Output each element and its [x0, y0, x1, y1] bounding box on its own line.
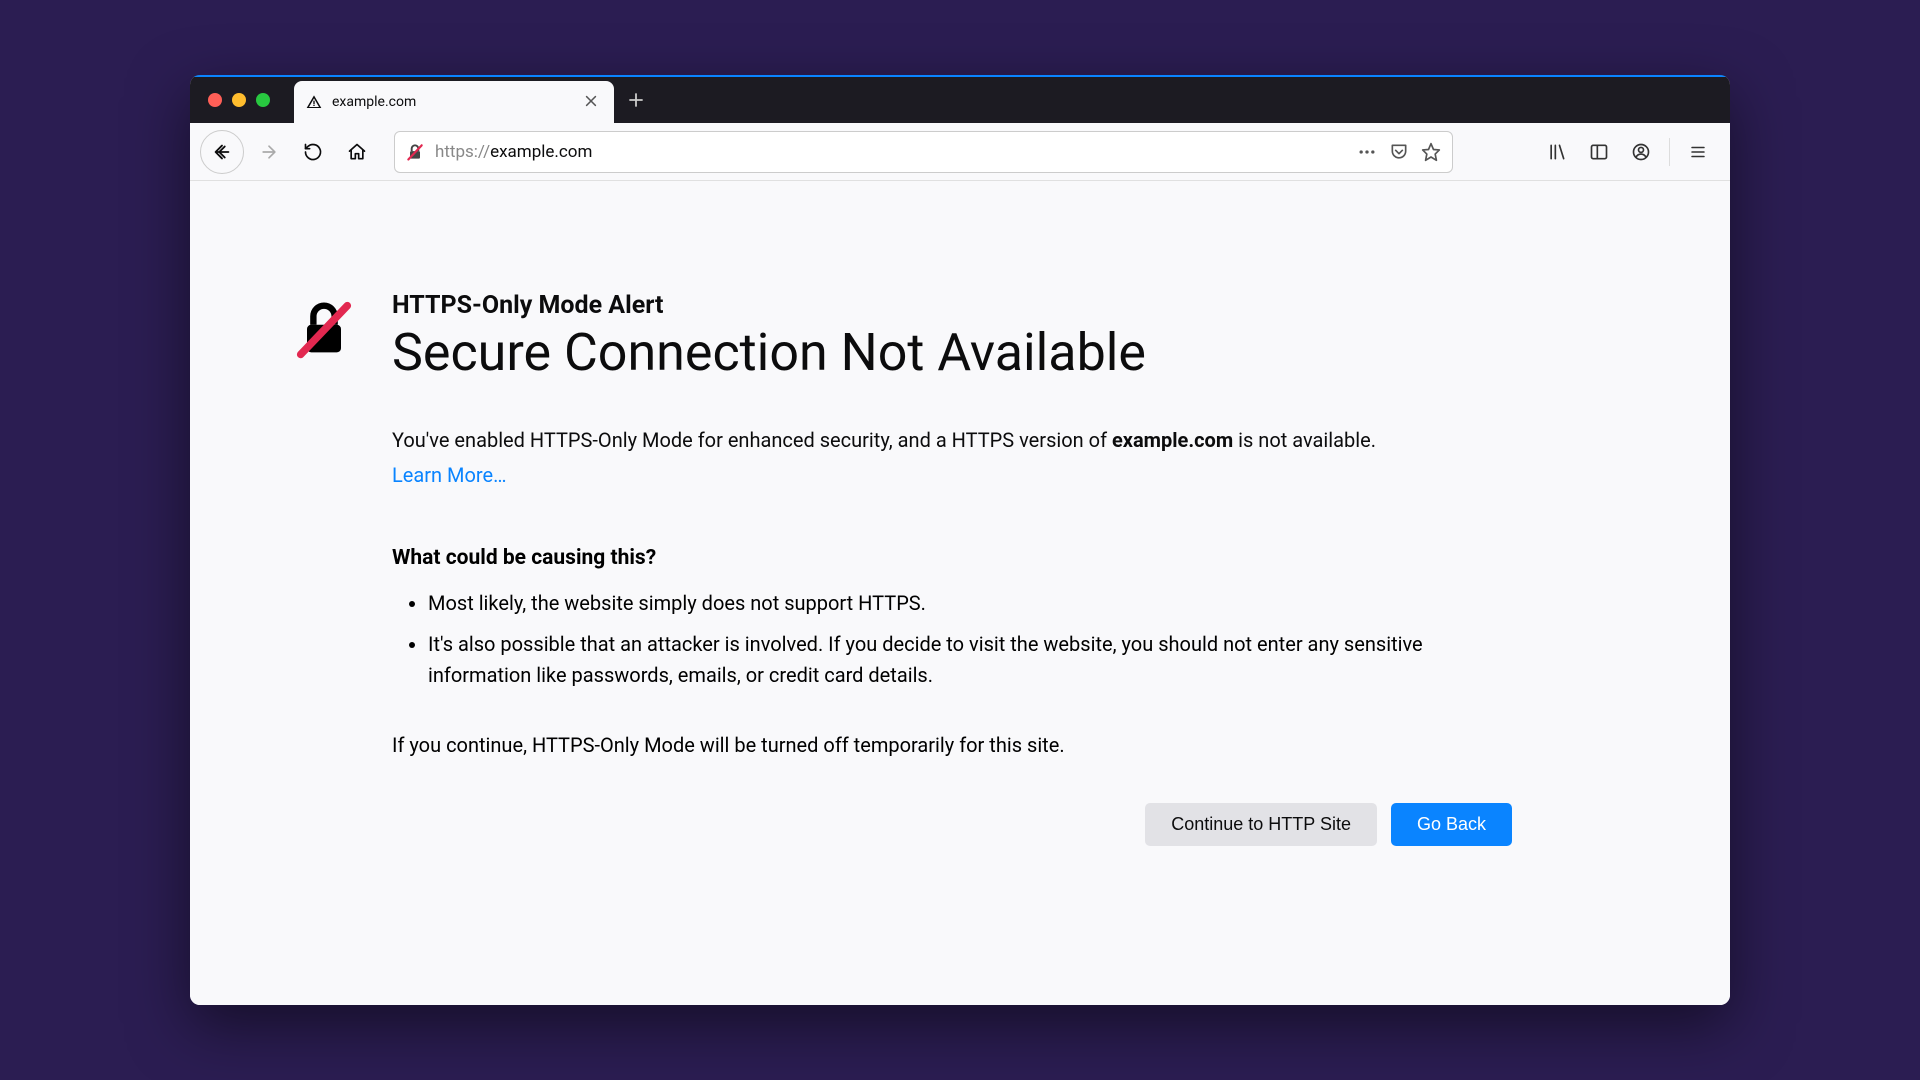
continue-note: If you continue, HTTPS-Only Mode will be…: [392, 733, 1512, 757]
browser-window: example.com https://exampl: [190, 75, 1730, 1005]
address-bar[interactable]: https://example.com: [394, 131, 1453, 173]
page-content: HTTPS-Only Mode Alert Secure Connection …: [190, 181, 1730, 1005]
bookmark-star-icon[interactable]: [1420, 141, 1442, 163]
toolbar-right-icons: [1539, 134, 1720, 170]
window-maximize-button[interactable]: [256, 93, 270, 107]
continue-http-button[interactable]: Continue to HTTP Site: [1145, 803, 1377, 846]
error-body-domain: example.com: [1112, 428, 1233, 452]
window-close-button[interactable]: [208, 93, 222, 107]
url-host: example.com: [490, 142, 592, 162]
button-row: Continue to HTTP Site Go Back: [392, 803, 1512, 846]
browser-tab[interactable]: example.com: [294, 81, 614, 123]
cause-item: Most likely, the website simply does not…: [428, 588, 1512, 619]
causes-heading: What could be causing this?: [392, 546, 1512, 570]
toolbar-separator: [1669, 138, 1670, 166]
pocket-icon[interactable]: [1388, 141, 1410, 163]
learn-more-link[interactable]: Learn More…: [392, 461, 506, 490]
error-body: You've enabled HTTPS-Only Mode for enhan…: [392, 426, 1512, 490]
cause-item: It's also possible that an attacker is i…: [428, 629, 1512, 691]
url-protocol: https://: [435, 142, 490, 162]
library-icon[interactable]: [1539, 134, 1575, 170]
back-button[interactable]: [200, 130, 244, 174]
tab-title: example.com: [332, 94, 570, 110]
tab-strip: example.com: [190, 75, 1730, 123]
error-body-post: is not available.: [1233, 428, 1376, 452]
home-button[interactable]: [338, 133, 376, 171]
go-back-button[interactable]: Go Back: [1391, 803, 1512, 846]
address-bar-actions: [1356, 141, 1442, 163]
window-minimize-button[interactable]: [232, 93, 246, 107]
causes-list: Most likely, the website simply does not…: [392, 588, 1512, 691]
address-url: https://example.com: [435, 142, 1346, 162]
window-traffic-lights: [190, 93, 294, 107]
reload-button[interactable]: [294, 133, 332, 171]
insecure-lock-large-icon: [290, 295, 358, 367]
error-body-pre: You've enabled HTTPS-Only Mode for enhan…: [392, 428, 1112, 452]
forward-button[interactable]: [250, 133, 288, 171]
insecure-lock-icon: [405, 142, 425, 162]
hamburger-menu-icon[interactable]: [1680, 134, 1716, 170]
sidebar-icon[interactable]: [1581, 134, 1617, 170]
tab-close-button[interactable]: [580, 93, 602, 112]
error-eyebrow: HTTPS-Only Mode Alert: [392, 291, 1512, 320]
error-headline: Secure Connection Not Available: [392, 324, 1512, 382]
warning-icon: [306, 94, 322, 110]
new-tab-button[interactable]: [618, 82, 654, 118]
account-icon[interactable]: [1623, 134, 1659, 170]
toolbar: https://example.com: [190, 123, 1730, 181]
page-actions-icon[interactable]: [1356, 141, 1378, 163]
